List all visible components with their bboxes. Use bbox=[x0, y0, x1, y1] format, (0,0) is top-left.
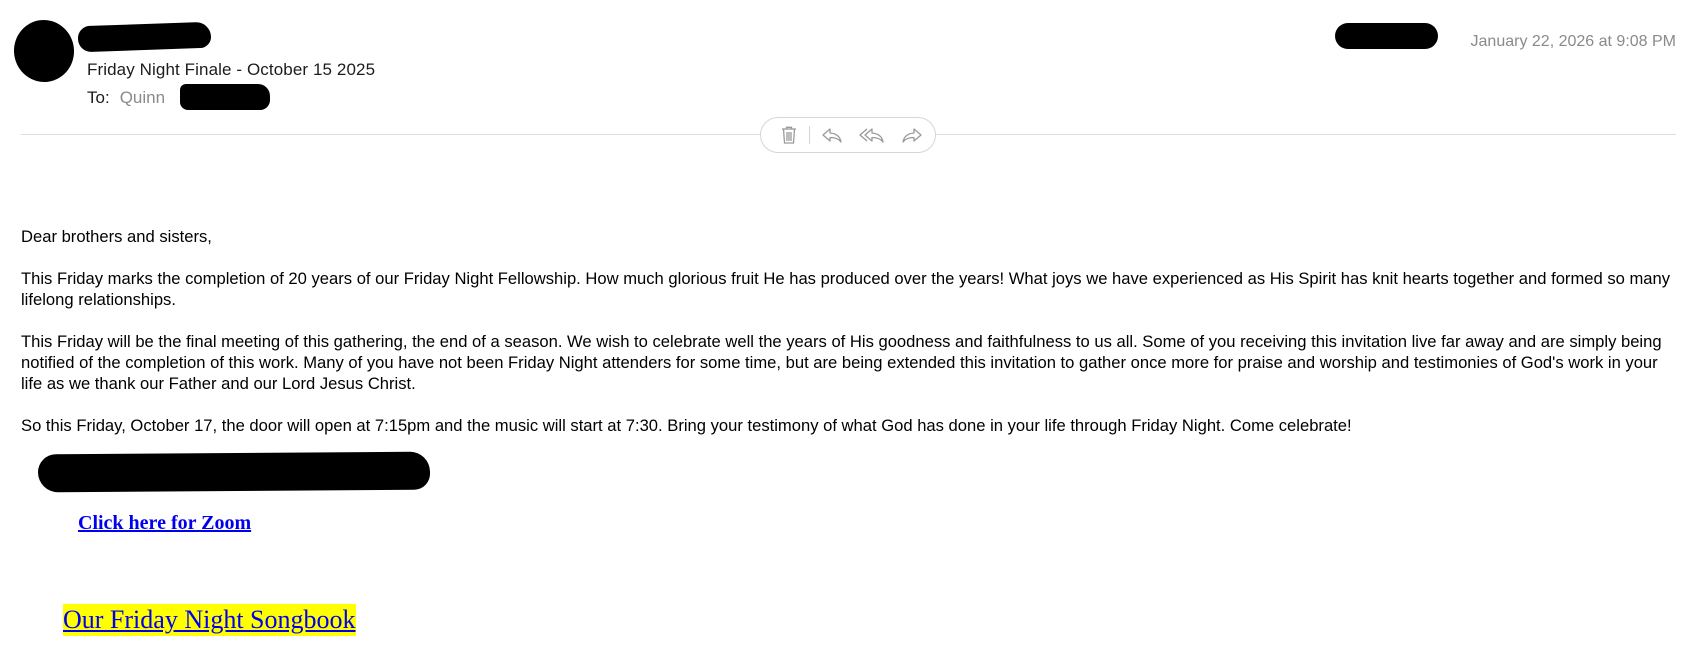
redacted-recipient bbox=[180, 84, 270, 110]
message-body: Dear brothers and sisters, This Friday m… bbox=[21, 226, 1676, 457]
to-label: To: bbox=[87, 88, 110, 107]
recipient-row: To: Quinn bbox=[87, 88, 165, 108]
body-paragraph-2: This Friday will be the final meeting of… bbox=[21, 332, 1662, 393]
zoom-link[interactable]: Click here for Zoom bbox=[78, 512, 251, 535]
toolbar-separator bbox=[809, 126, 810, 144]
message-date: January 22, 2026 at 9:08 PM bbox=[1470, 33, 1676, 50]
forward-button[interactable] bbox=[898, 121, 926, 149]
reply-all-button[interactable] bbox=[858, 121, 886, 149]
sender-avatar bbox=[9, 16, 79, 86]
delete-button[interactable] bbox=[775, 121, 803, 149]
message-header: Friday Night Finale - October 15 2025 To… bbox=[0, 0, 1694, 153]
body-paragraph-1: This Friday marks the completion of 20 y… bbox=[21, 269, 1671, 309]
forward-icon bbox=[902, 128, 922, 143]
redacted-account bbox=[1335, 23, 1438, 49]
songbook-link[interactable]: Our Friday Night Songbook bbox=[63, 604, 356, 636]
redacted-sender-name bbox=[77, 21, 212, 53]
redacted-body-line bbox=[37, 451, 431, 493]
reply-button[interactable] bbox=[818, 121, 846, 149]
trash-icon bbox=[782, 126, 796, 144]
message-subject: Friday Night Finale - October 15 2025 bbox=[87, 60, 376, 79]
body-paragraph-3: So this Friday, October 17, the door wil… bbox=[21, 416, 1352, 435]
recipient-name[interactable]: Quinn bbox=[120, 88, 165, 107]
message-action-toolbar bbox=[760, 117, 936, 153]
reply-all-icon bbox=[859, 128, 884, 143]
reply-icon bbox=[822, 128, 842, 143]
greeting: Dear brothers and sisters, bbox=[21, 227, 212, 246]
